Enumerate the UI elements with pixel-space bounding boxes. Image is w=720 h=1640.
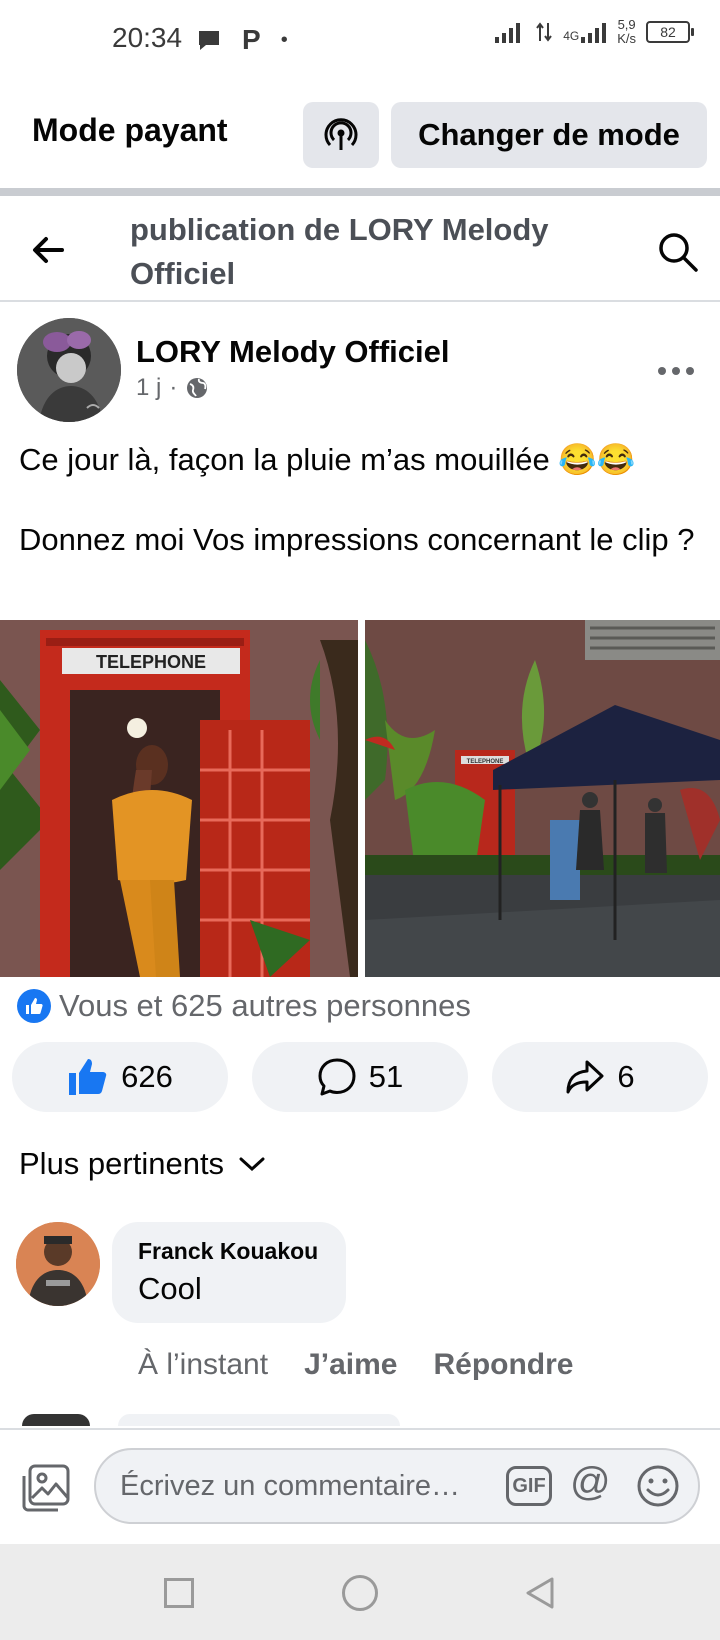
comment-button[interactable]: 51 — [252, 1042, 468, 1112]
recent-apps-button[interactable] — [164, 1578, 194, 1608]
composer-divider — [0, 1428, 720, 1430]
data-transfer-icon — [536, 22, 552, 42]
post-photo-1[interactable]: TELEPHONE — [0, 620, 358, 977]
emoji-button[interactable] — [636, 1464, 680, 1508]
signal-icon — [495, 23, 521, 43]
author-avatar[interactable] — [17, 318, 121, 422]
mode-label: Mode payant — [32, 112, 228, 148]
share-count: 6 — [617, 1059, 635, 1094]
share-arrow-icon — [566, 1060, 604, 1094]
post-time[interactable]: 1 j — [136, 374, 161, 402]
thumbs-up-icon — [69, 1059, 107, 1095]
dot-icon: • — [280, 28, 288, 51]
chevron-down-icon — [239, 1157, 265, 1172]
comment-sort-dropdown[interactable]: Plus pertinents — [19, 1146, 266, 1182]
post-meta: 1 j · — [136, 374, 209, 402]
status-right: 4G 5,9 K/s 82 — [495, 17, 694, 46]
emoji-icon — [637, 1465, 679, 1507]
status-notification-icons: P • — [196, 24, 288, 56]
meta-separator: · — [169, 374, 178, 401]
nav-back-icon — [526, 1577, 554, 1609]
comment-author[interactable]: Franck Kouakou — [138, 1238, 318, 1265]
comment-bubble[interactable]: Franck Kouakou Cool — [112, 1222, 347, 1323]
comment-time: À l’instant — [138, 1348, 269, 1381]
chat-bubble-icon — [199, 31, 219, 50]
like-count: 626 — [121, 1059, 173, 1094]
next-commenter-avatar[interactable] — [22, 1414, 90, 1426]
page-title: publication de LORY Melody Officiel — [130, 212, 549, 291]
search-button[interactable] — [656, 230, 700, 274]
home-button[interactable] — [342, 1575, 378, 1611]
comment-actions: À l’instant J’aime Répondre — [138, 1348, 574, 1382]
post-photo-2[interactable]: TELEPHONE — [365, 620, 720, 977]
comment-icon — [318, 1058, 356, 1096]
search-icon — [659, 233, 698, 272]
more-options-button[interactable] — [656, 352, 696, 384]
p-icon: P — [242, 24, 261, 55]
post-text: Ce jour là, façon la pluie m’as mouillée… — [19, 440, 709, 560]
reaction-summary-text: Vous et 625 autres personnes — [59, 988, 471, 1023]
mention-button[interactable]: @ — [570, 1460, 611, 1505]
comment-reply-button[interactable]: Répondre — [433, 1348, 573, 1382]
status-time: 20:34 — [112, 22, 183, 53]
like-badge-icon — [17, 989, 51, 1023]
commenter-avatar[interactable] — [16, 1222, 100, 1306]
share-button[interactable]: 6 — [492, 1042, 708, 1112]
gif-button[interactable]: GIF — [506, 1466, 552, 1506]
sort-label: Plus pertinents — [19, 1146, 225, 1181]
battery-indicator: 82 — [646, 21, 694, 43]
next-comment-bubble[interactable] — [118, 1414, 400, 1426]
more-dots-icon — [658, 367, 694, 375]
post-text-line: Ce jour là, façon la pluie m’as mouillée… — [19, 442, 636, 477]
nav-back-button[interactable] — [524, 1576, 556, 1615]
comment-count: 51 — [368, 1059, 404, 1094]
like-button[interactable]: 626 — [12, 1042, 228, 1112]
net-speed: 5,9 K/s — [617, 17, 636, 46]
broadcast-icon — [324, 118, 358, 150]
back-arrow-icon — [33, 237, 64, 263]
signal-4g-icon — [581, 23, 607, 43]
broadcast-button[interactable] — [303, 102, 379, 168]
comment-input[interactable] — [118, 1468, 502, 1504]
switch-mode-button[interactable]: Changer de mode — [391, 102, 707, 168]
network-type: 4G — [563, 29, 580, 43]
post-author[interactable]: LORY Melody Officiel — [136, 334, 450, 370]
section-divider — [0, 188, 720, 196]
comment-like-button[interactable]: J’aime — [304, 1348, 397, 1382]
photo-gallery-icon — [22, 1464, 70, 1512]
telephone-sign-small: TELEPHONE — [467, 759, 504, 765]
header-divider — [0, 300, 720, 302]
telephone-sign: TELEPHONE — [96, 652, 206, 672]
back-button[interactable] — [28, 230, 68, 270]
comment-text: Cool — [138, 1271, 202, 1306]
post-text-line: Donnez moi Vos impressions concernant le… — [19, 522, 695, 557]
add-photo-button[interactable] — [20, 1462, 72, 1514]
reaction-summary[interactable]: Vous et 625 autres personnes — [17, 988, 471, 1024]
globe-icon — [187, 378, 208, 398]
